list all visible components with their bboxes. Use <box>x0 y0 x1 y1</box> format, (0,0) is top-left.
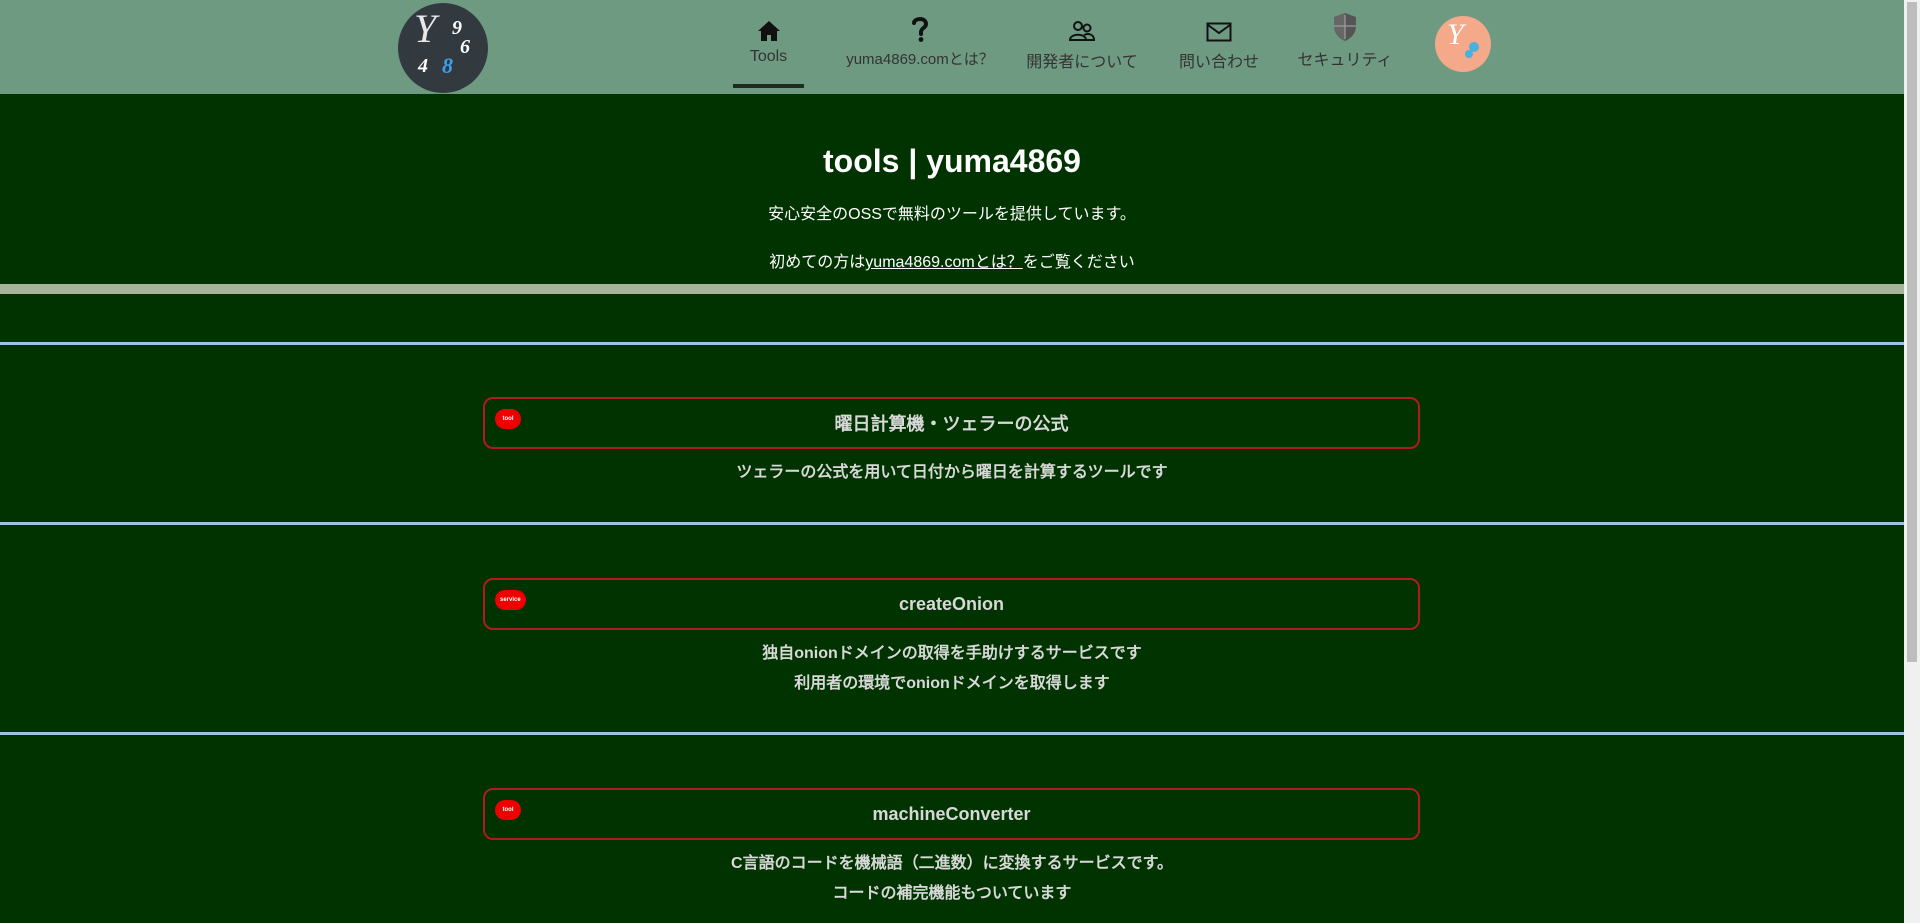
service-card-title[interactable]: service createOnion <box>483 578 1420 630</box>
tool-card-description-line: コードの補完機能もついています <box>832 885 1072 902</box>
people-icon <box>1068 14 1096 42</box>
tool-card-description: ツェラーの公式を用いて日付から曜日を計算するツールです <box>0 458 1904 488</box>
service-card-description-line: 利用者の環境でonionドメインを取得します <box>794 675 1110 692</box>
section-separator <box>0 732 1904 735</box>
avatar[interactable]: Y <box>1435 16 1491 72</box>
site-header: Y 9 6 4 8 Tools yuma4869.comとは？ 開発者について <box>0 0 1904 94</box>
logo-digit-6: 6 <box>460 36 470 58</box>
tool-card-description-line: ツェラーの公式を用いて日付から曜日を計算するツールです <box>736 464 1168 481</box>
nav-item-contact[interactable]: 問い合わせ <box>1164 0 1274 88</box>
avatar-letter: Y <box>1447 18 1464 51</box>
shield-icon <box>1332 13 1358 42</box>
mail-icon <box>1206 14 1232 42</box>
scrollbar-thumb[interactable] <box>1907 2 1917 662</box>
service-card-description-line: 独自onionドメインの取得を手助けするサービスです <box>762 645 1142 662</box>
hero-note: 初めての方はyuma4869.comとは？をご覧ください <box>0 248 1904 272</box>
tool-card-title-text: machineConverter <box>872 803 1031 824</box>
nav-label-contact: 問い合わせ <box>1178 54 1259 71</box>
tool-card-title[interactable]: tool machineConverter <box>483 788 1420 840</box>
tool-card-description: C言語のコードを機械語（二進数）に変換するサービスです。 コードの補完機能もつい… <box>0 849 1904 909</box>
page-title: tools | yuma4869 <box>823 143 1081 179</box>
logo-digit-4: 4 <box>418 55 428 77</box>
about-site-link[interactable]: yuma4869.comとは？ <box>865 254 1022 271</box>
service-card-description: 独自onionドメインの取得を手助けするサービスです 利用者の環境でonionド… <box>0 639 1904 699</box>
logo-letter-y: Y <box>414 6 437 51</box>
avatar-dot-small <box>1465 50 1473 58</box>
tool-badge: tool <box>495 409 521 429</box>
home-icon <box>757 14 781 42</box>
logo-digit-8: 8 <box>442 53 453 78</box>
service-badge: service <box>495 590 526 610</box>
section-separator <box>0 342 1904 345</box>
page: Y 9 6 4 8 Tools yuma4869.comとは？ 開発者について <box>0 0 1904 923</box>
vertical-scrollbar[interactable] <box>1904 0 1920 923</box>
service-card-title-text: createOnion <box>898 593 1005 614</box>
section-separator <box>0 522 1904 525</box>
tool-badge: tool <box>495 800 521 820</box>
question-icon <box>911 14 929 42</box>
nav-label-developer: 開発者について <box>1026 54 1138 71</box>
hero-divider <box>0 284 1904 294</box>
nav-item-developer[interactable]: 開発者について <box>1022 0 1142 88</box>
tool-card-title-text: 曜日計算機・ツェラーの公式 <box>834 414 1069 434</box>
site-logo[interactable]: Y 9 6 4 8 <box>398 3 488 93</box>
nav-label-tools: Tools <box>749 48 788 65</box>
hero-note-prefix: 初めての方は <box>769 254 866 271</box>
nav-active-indicator <box>733 84 804 88</box>
nav-item-tools[interactable]: Tools <box>733 0 804 88</box>
nav-label-security: セキュリティ <box>1297 52 1393 69</box>
nav-label-about-site: yuma4869.comとは？ <box>846 51 994 68</box>
hero-subtitle: 安心安全のOSSで無料のツールを提供しています。 <box>768 206 1136 223</box>
hero-note-suffix: をご覧ください <box>1022 254 1135 271</box>
nav-item-about-site[interactable]: yuma4869.comとは？ <box>820 0 1020 88</box>
tool-card-title[interactable]: tool 曜日計算機・ツェラーの公式 <box>483 397 1420 449</box>
tool-card-description-line: C言語のコードを機械語（二進数）に変換するサービスです。 <box>731 855 1173 872</box>
nav-item-security[interactable]: セキュリティ <box>1290 0 1400 88</box>
